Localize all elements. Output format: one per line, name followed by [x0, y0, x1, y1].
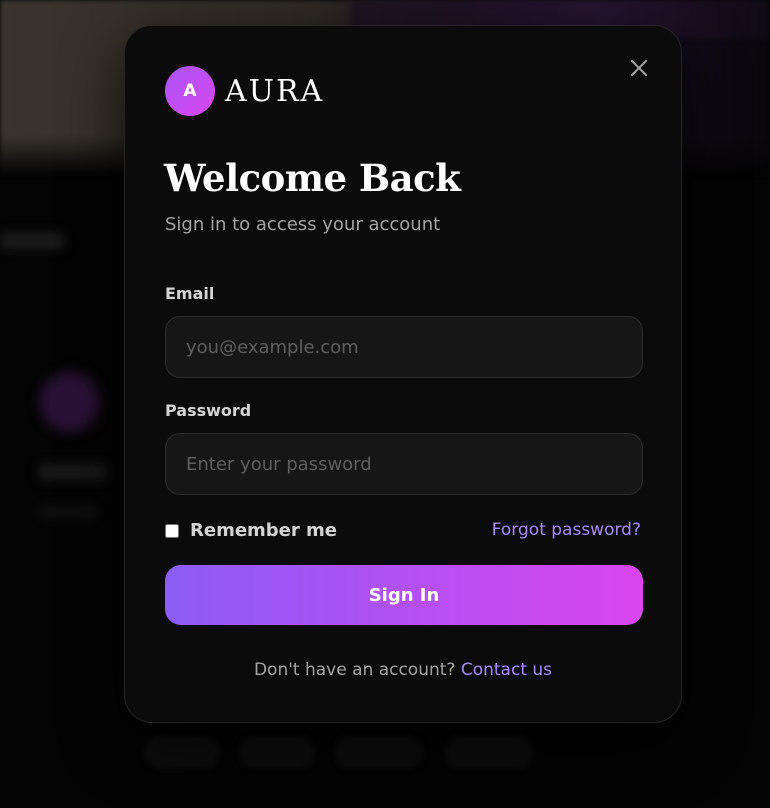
background-text-block: [38, 464, 108, 480]
signup-prompt: Don't have an account? Contact us: [125, 660, 681, 680]
signin-modal: A AURA Welcome Back Sign in to access yo…: [124, 25, 682, 723]
background-avatar: [40, 372, 100, 432]
brand-logo: A AURA: [165, 66, 324, 116]
password-label: Password: [165, 401, 252, 420]
page-title: Welcome Back: [164, 156, 461, 200]
email-field[interactable]: [165, 316, 643, 378]
email-label: Email: [165, 284, 215, 303]
background-text-block: [38, 506, 98, 518]
background-text-block: [0, 232, 64, 250]
sign-in-button[interactable]: Sign In: [165, 565, 643, 625]
logo-badge-icon: A: [165, 66, 215, 116]
brand-name: AURA: [225, 73, 325, 109]
background-pill: [240, 736, 315, 768]
remember-me-checkbox[interactable]: [165, 523, 179, 538]
background-pill: [145, 736, 220, 768]
close-icon: [631, 60, 647, 76]
remember-me-label[interactable]: Remember me: [190, 520, 337, 541]
close-button[interactable]: [627, 56, 651, 80]
page-subtitle: Sign in to access your account: [165, 214, 441, 235]
background-pill: [445, 736, 533, 768]
background-pill: [335, 736, 423, 768]
signup-prompt-text: Don't have an account?: [253, 660, 456, 680]
remember-me-row: Remember me: [165, 520, 337, 541]
password-field[interactable]: [165, 433, 643, 495]
forgot-password-link[interactable]: Forgot password?: [492, 520, 641, 540]
contact-us-link[interactable]: Contact us: [461, 660, 552, 680]
